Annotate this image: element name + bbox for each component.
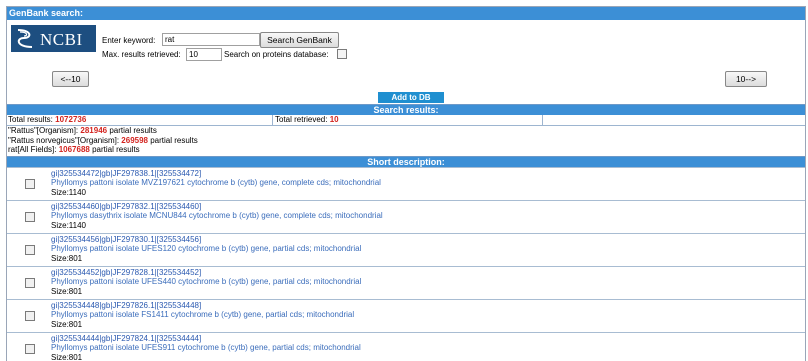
list-item: gi|325534444|gb|JF297824.1|[325534444] P… — [7, 332, 805, 361]
query-suffix: partial results — [109, 126, 157, 135]
select-checkbox[interactable] — [25, 245, 35, 255]
max-results-label: Max. results retrieved: — [102, 50, 181, 59]
results-summary-row: Total results: 1072736 Total retrieved: … — [7, 115, 805, 126]
keyword-input[interactable]: rat — [162, 33, 260, 46]
select-checkbox[interactable] — [25, 212, 35, 222]
add-db-row: Add to DB — [7, 92, 805, 104]
list-item: gi|325534456|gb|JF297830.1|[325534456] P… — [7, 233, 805, 266]
ncbi-logo-text: NCBI — [40, 30, 83, 50]
query-line: rat[All Fields]: 1067688 partial results — [8, 145, 805, 155]
add-to-db-button[interactable]: Add to DB — [378, 92, 444, 103]
record-size: Size:1140 — [51, 188, 381, 198]
query-count: 281946 — [80, 126, 107, 135]
record-description: Phyllomys pattoni isolate UFES120 cytoch… — [51, 244, 361, 254]
select-checkbox[interactable] — [25, 278, 35, 288]
cell-divider — [542, 115, 543, 125]
total-retrieved: Total retrieved: 10 — [275, 115, 339, 125]
query-term: "Rattus norvegicus"[Organism]: — [8, 136, 119, 145]
pagination-area: <--10 10--> — [7, 60, 805, 92]
record-id-link[interactable]: gi|325534460|gb|JF297832.1|[325534460] — [51, 202, 383, 212]
query-term: "Rattus"[Organism]: — [8, 126, 78, 135]
total-results: Total results: 1072736 — [8, 115, 86, 125]
cell-divider — [272, 115, 273, 125]
query-suffix: partial results — [150, 136, 198, 145]
record-id-link[interactable]: gi|325534444|gb|JF297824.1|[325534444] — [51, 334, 361, 344]
record-description: Phyllomys dasythrix isolate MCNU844 cyto… — [51, 211, 383, 221]
query-line: "Rattus"[Organism]: 281946 partial resul… — [8, 126, 805, 136]
record-size: Size:1140 — [51, 221, 383, 231]
record-id-link[interactable]: gi|325534456|gb|JF297830.1|[325534456] — [51, 235, 361, 245]
list-item: gi|325534448|gb|JF297826.1|[325534448] P… — [7, 299, 805, 332]
record-size: Size:801 — [51, 287, 361, 297]
ncbi-logo: NCBI — [11, 25, 96, 52]
select-checkbox[interactable] — [25, 179, 35, 189]
keyword-label: Enter keyword: — [102, 36, 155, 45]
search-form: NCBI Enter keyword: rat Search GenBank M… — [7, 20, 805, 60]
query-count: 1067688 — [59, 145, 90, 154]
total-results-label: Total results: — [8, 115, 53, 124]
record-description: Phyllomys pattoni isolate FS1411 cytochr… — [51, 310, 354, 320]
query-term: rat[All Fields]: — [8, 145, 56, 154]
total-retrieved-label: Total retrieved: — [275, 115, 327, 124]
panel-title: GenBank search: — [7, 7, 805, 20]
record-size: Size:801 — [51, 320, 354, 330]
query-breakdown: "Rattus"[Organism]: 281946 partial resul… — [7, 126, 805, 155]
select-checkbox[interactable] — [25, 344, 35, 354]
short-description-header: Short description: — [7, 156, 805, 167]
record-description: Phyllomys pattoni isolate UFES911 cytoch… — [51, 343, 361, 353]
prev-page-button[interactable]: <--10 — [52, 71, 89, 87]
results-list: gi|325534472|gb|JF297838.1|[325534472] P… — [7, 167, 805, 361]
helix-icon — [14, 27, 38, 50]
total-results-value: 1072736 — [55, 115, 86, 124]
list-item: gi|325534472|gb|JF297838.1|[325534472] P… — [7, 167, 805, 200]
query-suffix: partial results — [92, 145, 140, 154]
record-description: Phyllomys pattoni isolate MVZ197621 cyto… — [51, 178, 381, 188]
query-count: 269598 — [121, 136, 148, 145]
record-size: Size:801 — [51, 254, 361, 264]
query-line: "Rattus norvegicus"[Organism]: 269598 pa… — [8, 136, 805, 146]
search-results-header: Search results: — [7, 104, 805, 115]
list-item: gi|325534452|gb|JF297828.1|[325534452] P… — [7, 266, 805, 299]
record-id-link[interactable]: gi|325534452|gb|JF297828.1|[325534452] — [51, 268, 361, 278]
genbank-search-panel: GenBank search: NCBI Enter keyword: rat … — [6, 6, 806, 361]
proteins-db-checkbox[interactable] — [337, 49, 347, 59]
next-page-button[interactable]: 10--> — [725, 71, 767, 87]
proteins-db-label: Search on proteins database: — [224, 50, 329, 59]
record-id-link[interactable]: gi|325534472|gb|JF297838.1|[325534472] — [51, 169, 381, 179]
record-description: Phyllomys pattoni isolate UFES440 cytoch… — [51, 277, 361, 287]
list-item: gi|325534460|gb|JF297832.1|[325534460] P… — [7, 200, 805, 233]
total-retrieved-value: 10 — [330, 115, 339, 124]
search-genbank-button[interactable]: Search GenBank — [260, 32, 339, 48]
select-checkbox[interactable] — [25, 311, 35, 321]
record-id-link[interactable]: gi|325534448|gb|JF297826.1|[325534448] — [51, 301, 354, 311]
